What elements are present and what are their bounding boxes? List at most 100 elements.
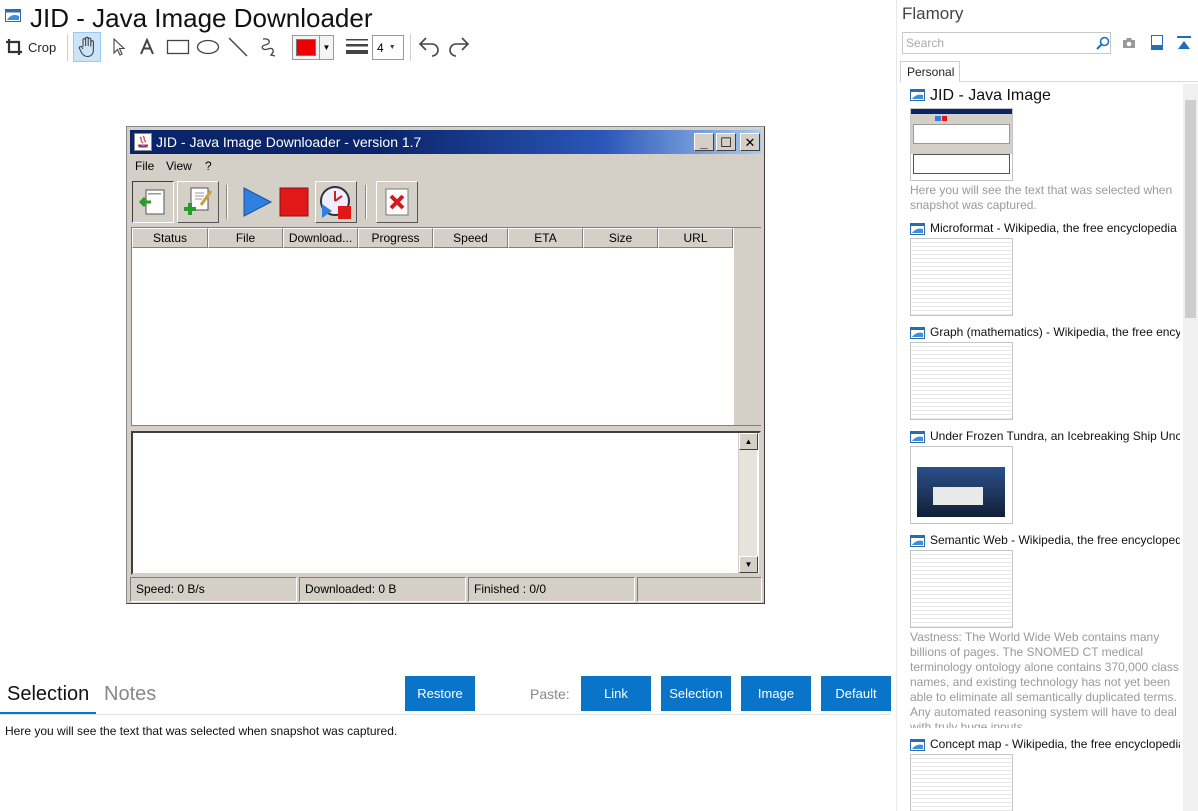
camera-icon[interactable]	[1122, 36, 1136, 50]
java-app-icon	[134, 133, 152, 151]
rectangle-icon	[166, 39, 190, 55]
paste-label: Paste:	[530, 686, 570, 702]
line-width-select[interactable]: 4 ▼	[372, 35, 404, 60]
paste-link-button[interactable]: Link	[581, 676, 651, 711]
close-icon: ✕	[740, 133, 760, 151]
annotation-toolbar: Crop ▼ 4 ▼	[0, 32, 480, 62]
undo-icon	[418, 37, 439, 57]
search-placeholder: Search	[906, 36, 945, 50]
tab-divider	[960, 81, 1198, 82]
freehand-icon	[261, 38, 276, 57]
jid-status-finished: Finished : 0/0	[468, 577, 635, 602]
toolbar-divider	[410, 34, 411, 61]
line-weight-icon	[346, 39, 368, 54]
tab-notes[interactable]: Notes	[104, 683, 156, 706]
text-icon	[140, 38, 154, 55]
jid-status-empty	[637, 577, 762, 602]
jid-toolbar-divider	[226, 185, 228, 219]
paste-selection-button[interactable]: Selection	[661, 676, 731, 711]
snapshot-page-icon	[910, 89, 925, 101]
column-header-progress: Progress	[358, 228, 433, 248]
jid-schedule-button	[315, 181, 357, 223]
snapshot-list-item[interactable]: Semantic Web - Wikipedia, the free encyc…	[897, 533, 1182, 733]
scroll-up-icon: ▲	[739, 433, 758, 450]
jid-menu-file: File	[135, 159, 155, 173]
sidebar-title: Flamory	[902, 4, 964, 23]
scroll-down-icon: ▼	[739, 556, 758, 573]
jid-stop-button	[273, 181, 315, 223]
chevron-down-icon: ▼	[388, 44, 396, 51]
line-width-button[interactable]	[344, 32, 370, 62]
jid-table-header: Status File Download... Progress Speed E…	[132, 228, 733, 248]
snapshot-title: Under Frozen Tundra, an Icebreaking Ship…	[930, 429, 1180, 443]
maximize-icon: ☐	[716, 133, 736, 151]
text-tool-button[interactable]	[134, 32, 160, 62]
jid-log-area: ▲ ▼	[131, 431, 761, 575]
jid-remove-button	[376, 181, 418, 223]
paste-default-button[interactable]: Default	[821, 676, 891, 711]
collapse-top-icon[interactable]	[1176, 35, 1192, 51]
tab-divider	[0, 714, 891, 715]
tab-personal[interactable]: Personal	[900, 61, 960, 82]
snapshot-title: Concept map - Wikipedia, the free encycl…	[930, 737, 1180, 751]
toolbar-divider	[67, 34, 68, 61]
pan-tool-button[interactable]	[73, 32, 101, 62]
snapshot-thumbnail	[910, 342, 1013, 420]
jid-menu-view: View	[166, 159, 192, 173]
document-icon[interactable]	[1150, 34, 1164, 51]
snapshot-list-item[interactable]: Under Frozen Tundra, an Icebreaking Ship…	[897, 429, 1182, 529]
jid-menu-help: ?	[205, 159, 212, 173]
ellipse-tool-button[interactable]	[194, 32, 222, 62]
jid-table-scroll-area	[734, 228, 761, 425]
snapshot-page-icon	[910, 223, 925, 235]
freehand-tool-button[interactable]	[256, 32, 282, 62]
delete-icon	[385, 188, 409, 216]
redo-button[interactable]	[446, 32, 472, 62]
minimize-icon: _	[694, 133, 714, 151]
snapshot-thumbnail	[910, 446, 1013, 524]
snapshot-list-item[interactable]: Concept map - Wikipedia, the free encycl…	[897, 737, 1182, 811]
paste-image-button[interactable]: Image	[741, 676, 811, 711]
line-tool-button[interactable]	[225, 32, 251, 62]
column-header-eta: ETA	[508, 228, 583, 248]
hand-icon	[78, 36, 94, 58]
snapshot-list-item[interactable]: Graph (mathematics) - Wikipedia, the fre…	[897, 325, 1182, 425]
snapshot-title: Semantic Web - Wikipedia, the free encyc…	[930, 533, 1180, 547]
jid-window-title: JID - Java Image Downloader - version 1.…	[156, 134, 422, 150]
sidebar-scrollbar-thumb[interactable]	[1185, 100, 1196, 318]
snapshot-title: Graph (mathematics) - Wikipedia, the fre…	[930, 325, 1180, 339]
column-header-downloaded: Download...	[283, 228, 358, 248]
crop-button[interactable]: Crop	[5, 32, 61, 62]
flamory-sidebar: Flamory Search Personal JID - Java Image…	[896, 0, 1198, 811]
snapshot-page-icon	[910, 739, 925, 751]
snapshot-thumbnail	[910, 108, 1013, 181]
line-icon	[228, 37, 248, 57]
tab-selection[interactable]: Selection	[7, 683, 89, 706]
snapshot-note: Here you will see the text that was sele…	[910, 183, 1173, 212]
snapshot-page-icon	[5, 9, 21, 22]
jid-status-speed: Speed: 0 B/s	[130, 577, 297, 602]
snapshot-thumbnail	[910, 550, 1013, 628]
jid-menu-bar: File View ?	[130, 156, 761, 176]
column-header-size: Size	[583, 228, 658, 248]
snapshot-thumbnail	[910, 238, 1013, 316]
search-icon[interactable]	[1096, 36, 1110, 50]
rectangle-tool-button[interactable]	[164, 32, 192, 62]
jid-title-bar: JID - Java Image Downloader - version 1.…	[130, 130, 761, 154]
select-tool-button[interactable]	[106, 32, 132, 62]
jid-status-downloaded: Downloaded: 0 B	[299, 577, 466, 602]
search-input[interactable]: Search	[902, 32, 1111, 54]
color-swatch	[296, 39, 316, 56]
undo-button[interactable]	[416, 32, 442, 62]
jid-toolbar-divider	[365, 185, 367, 219]
jid-status-bar: Speed: 0 B/s Downloaded: 0 B Finished : …	[130, 577, 762, 602]
snapshot-page-icon	[910, 327, 925, 339]
snapshot-list-item[interactable]: Microformat - Wikipedia, the free encycl…	[897, 221, 1182, 321]
line-width-value: 4	[377, 40, 384, 55]
pen-color-picker[interactable]: ▼	[292, 35, 334, 60]
restore-button[interactable]: Restore	[405, 676, 475, 711]
snapshot-list-item[interactable]: JID - Java Image Here you will see the t…	[897, 86, 1182, 216]
ellipse-icon	[196, 39, 220, 55]
jid-import-button	[132, 181, 174, 223]
add-document-icon	[184, 187, 213, 215]
